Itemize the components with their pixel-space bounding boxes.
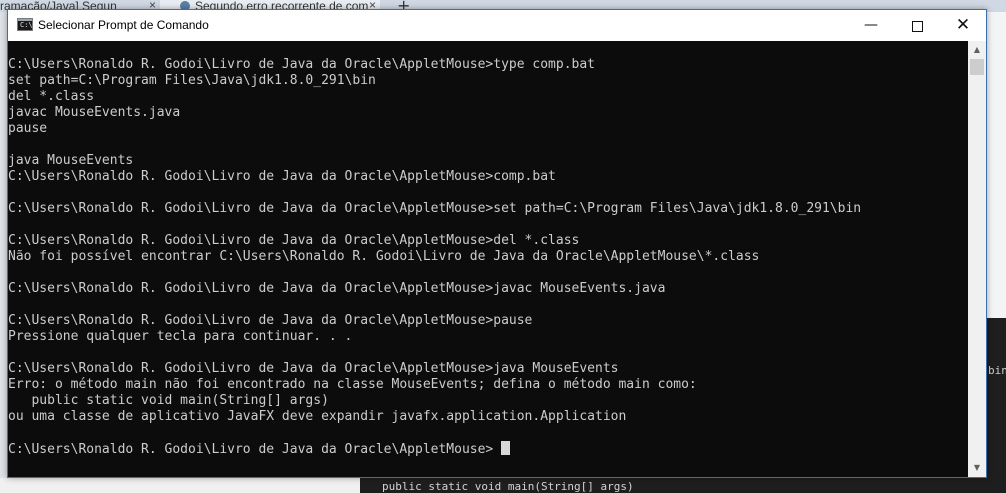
background-document <box>0 478 360 493</box>
console-line: ou uma classe de aplicativo JavaFX deve … <box>8 409 627 424</box>
console-line: public static void main(String[] args) <box>8 393 329 408</box>
scrollbar-thumb[interactable] <box>970 59 984 75</box>
console-line: Não foi possível encontrar C:\Users\Rona… <box>8 249 760 264</box>
maximize-button[interactable] <box>894 10 940 41</box>
cmd-icon[interactable]: C:\ <box>17 18 33 31</box>
close-button[interactable]: ✕ <box>940 10 986 41</box>
console-output[interactable]: C:\Users\Ronaldo R. Godoi\Livro de Java … <box>8 41 968 477</box>
window-title: Selecionar Prompt de Comando <box>38 18 209 32</box>
scroll-up-icon[interactable]: ▲ <box>968 41 986 59</box>
text-cursor <box>501 441 511 455</box>
background-text: bin <box>988 364 1006 377</box>
console-prompt: C:\Users\Ronaldo R. Godoi\Livro de Java … <box>8 442 502 457</box>
console-line: C:\Users\Ronaldo R. Godoi\Livro de Java … <box>8 281 666 296</box>
command-prompt-window: C:\ Selecionar Prompt de Comando — ✕ C:\… <box>7 9 987 478</box>
console-line: javac MouseEvents.java <box>8 105 181 120</box>
console-line: C:\Users\Ronaldo R. Godoi\Livro de Java … <box>8 201 862 216</box>
console-line: C:\Users\Ronaldo R. Godoi\Livro de Java … <box>8 169 556 184</box>
background-code-panel <box>987 318 1006 493</box>
console-line: C:\Users\Ronaldo R. Godoi\Livro de Java … <box>8 361 619 376</box>
console-prompt-line[interactable]: C:\Users\Ronaldo R. Godoi\Livro de Java … <box>8 441 968 457</box>
cmd-icon-label: C:\ <box>20 21 33 29</box>
vertical-scrollbar[interactable]: ▲ ▼ <box>968 41 986 477</box>
console-line: C:\Users\Ronaldo R. Godoi\Livro de Java … <box>8 233 580 248</box>
console-line: Erro: o método main não foi encontrado n… <box>8 377 697 392</box>
console-line: set path=C:\Program Files\Java\jdk1.8.0_… <box>8 73 376 88</box>
console-line: java MouseEvents <box>8 153 134 168</box>
scroll-down-icon[interactable]: ▼ <box>968 459 986 477</box>
console-line: Pressione qualquer tecla para continuar.… <box>8 329 353 344</box>
background-code-line: public static void main(String[] args) <box>382 480 634 493</box>
console-line: C:\Users\Ronaldo R. Godoi\Livro de Java … <box>8 57 595 72</box>
title-bar[interactable]: C:\ Selecionar Prompt de Comando — ✕ <box>8 10 986 41</box>
background-document: bin <box>987 12 1006 493</box>
maximize-icon <box>911 21 923 32</box>
background-code-panel: public static void main(String[] args) <box>360 478 987 493</box>
minimize-icon: — <box>864 17 878 33</box>
console-line: pause <box>8 121 48 136</box>
console-line: del *.class <box>8 89 95 104</box>
minimize-button[interactable]: — <box>848 10 894 41</box>
close-icon: ✕ <box>955 15 971 35</box>
console-line: C:\Users\Ronaldo R. Godoi\Livro de Java … <box>8 313 533 328</box>
